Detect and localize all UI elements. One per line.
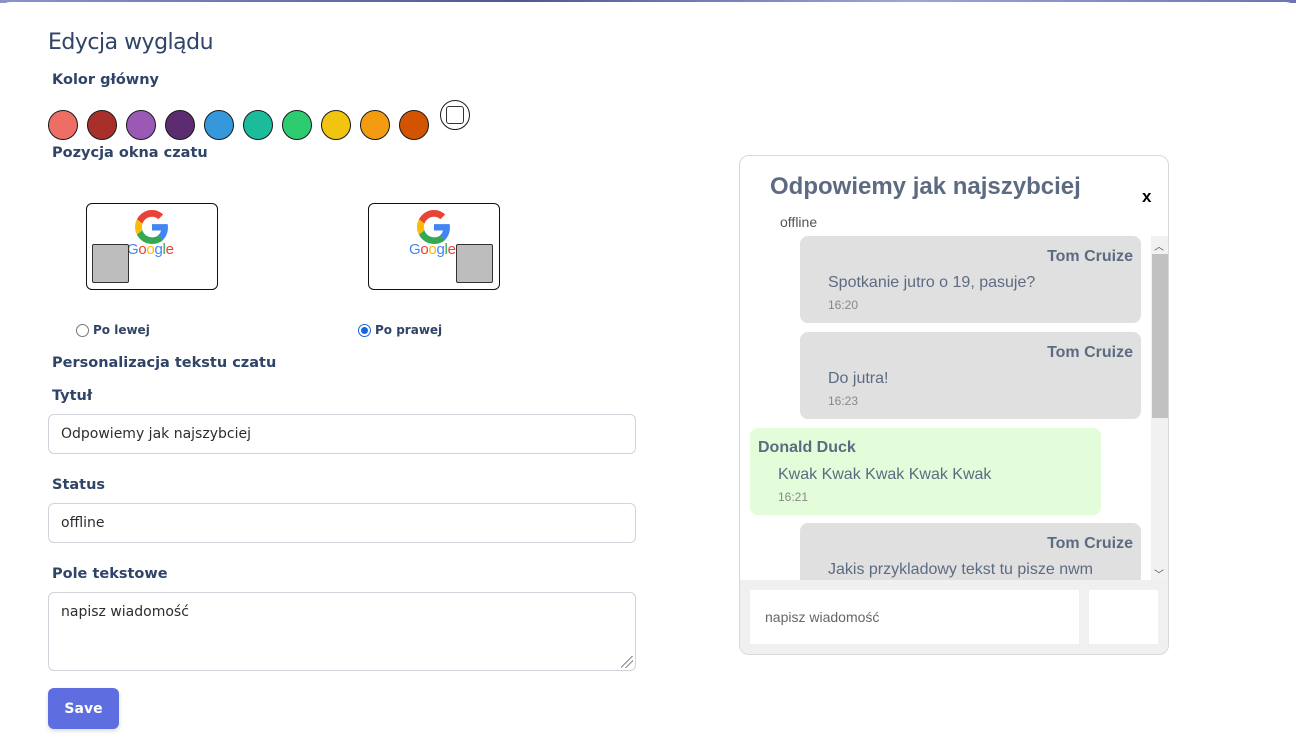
radio-position-left[interactable]: Po lewej <box>76 323 150 337</box>
message-bubble: Donald Duck Kwak Kwak Kwak Kwak Kwak 16:… <box>750 428 1101 515</box>
radio-label: Po prawej <box>375 323 443 337</box>
color-swatch[interactable] <box>204 110 234 140</box>
google-logo-icon <box>135 210 168 244</box>
textarea-value: napisz wiadomość <box>61 604 189 620</box>
color-swatch[interactable] <box>399 110 429 140</box>
save-button[interactable]: Save <box>48 688 119 729</box>
color-swatch[interactable] <box>87 110 117 140</box>
message-author: Donald Duck <box>758 439 856 456</box>
title-field-label: Tytuł <box>52 388 93 404</box>
radio-button[interactable] <box>358 323 371 337</box>
message-author: Tom Cruize <box>1047 248 1133 265</box>
color-swatch[interactable] <box>360 110 390 140</box>
color-swatch[interactable] <box>126 110 156 140</box>
main-color-label: Kolor główny <box>52 72 159 88</box>
status-input[interactable]: offline <box>48 503 636 543</box>
color-swatch[interactable] <box>165 110 195 140</box>
google-logo-icon <box>417 210 450 244</box>
send-button[interactable] <box>1089 590 1158 644</box>
message-author: Tom Cruize <box>1047 344 1133 361</box>
text-personalization-label: Personalizacja tekstu czatu <box>52 355 277 371</box>
color-swatch[interactable] <box>321 110 351 140</box>
scroll-down-icon[interactable]: ﹀ <box>1154 566 1164 581</box>
message-bubble: Tom Cruize Spotkanie jutro o 19, pasuje?… <box>800 236 1141 323</box>
message-time: 16:21 <box>778 490 809 504</box>
message-author: Tom Cruize <box>1047 535 1133 552</box>
chat-status: offline <box>780 214 818 230</box>
chat-title: Odpowiemy jak najszybciej <box>770 173 1081 200</box>
chat-message-input[interactable]: napisz wiadomość <box>750 590 1079 644</box>
google-wordmark: Google <box>127 241 174 258</box>
appearance-editor-panel: Edycja wyglądu Kolor główny Pozycja okna… <box>0 2 1296 744</box>
google-wordmark: Google <box>409 241 456 258</box>
placeholder-textarea[interactable]: napisz wiadomość <box>48 592 636 671</box>
chat-preview-window: Odpowiemy jak najszybciej x offline Tom … <box>739 155 1169 655</box>
message-scrollbar[interactable]: ︿ ﹀ <box>1151 236 1168 581</box>
radio-label: Po lewej <box>93 323 150 337</box>
status-field-label: Status <box>52 477 106 493</box>
position-left-card[interactable]: Google <box>86 203 218 290</box>
custom-color-icon <box>446 106 464 124</box>
message-text: Do jutra! <box>828 370 889 387</box>
textfield-label: Pole tekstowe <box>52 566 168 582</box>
message-list[interactable]: Tom Cruize Spotkanie jutro o 19, pasuje?… <box>740 236 1168 580</box>
position-right-card[interactable]: Google <box>368 203 500 290</box>
scroll-up-icon[interactable]: ︿ <box>1154 238 1164 253</box>
message-bubble: Tom Cruize Jakis przykladowy tekst tu pi… <box>800 523 1141 580</box>
color-swatch[interactable] <box>48 110 78 140</box>
scrollbar-thumb[interactable] <box>1152 254 1168 418</box>
message-time: 16:23 <box>828 394 859 408</box>
resize-handle-icon[interactable] <box>621 656 633 668</box>
color-swatch[interactable] <box>243 110 273 140</box>
color-swatch[interactable] <box>282 110 312 140</box>
title-input[interactable]: Odpowiemy jak najszybciej <box>48 414 636 454</box>
chat-window-preview-right <box>456 244 493 283</box>
chat-footer: napisz wiadomość <box>740 580 1168 654</box>
message-bubble: Tom Cruize Do jutra! 16:23 <box>800 332 1141 419</box>
message-text: Jakis przykladowy tekst tu pisze nwm <box>828 561 1093 578</box>
page-title: Edycja wyglądu <box>48 30 214 55</box>
message-time: 16:20 <box>828 298 859 312</box>
custom-color-button[interactable] <box>440 100 470 130</box>
radio-button[interactable] <box>76 323 89 337</box>
chat-position-label: Pozycja okna czatu <box>52 145 208 161</box>
radio-position-right[interactable]: Po prawej <box>358 323 442 337</box>
message-text: Kwak Kwak Kwak Kwak Kwak <box>778 466 992 483</box>
message-text: Spotkanie jutro o 19, pasuje? <box>828 274 1036 291</box>
close-icon[interactable]: x <box>1142 187 1151 207</box>
chat-window-preview-left <box>92 244 129 283</box>
